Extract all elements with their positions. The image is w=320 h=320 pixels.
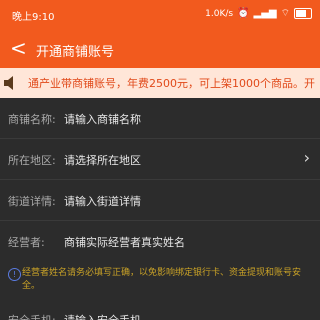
alarm-icon: ⏰ [237, 8, 250, 19]
chevron-right-icon[interactable]: › [304, 148, 310, 167]
operator-input[interactable]: 商铺实际经营者真实姓名 [64, 234, 185, 250]
status-bar: 晚上9:10 1.0K/s ⏰ ▂▄▆ ⌔ [0, 0, 320, 30]
info-icon: ! [8, 268, 21, 281]
wifi-icon: ⌔ [280, 8, 290, 19]
secure-phone-label: 安全手机: [8, 312, 56, 320]
region-label: 所在地区: [8, 154, 56, 167]
page-title: 开通商铺账号 [36, 45, 115, 60]
secure-phone-input[interactable]: 请输入安全手机 [64, 312, 141, 320]
operator-label: 经营者: [8, 236, 45, 249]
street-input[interactable]: 请输入街道详情 [64, 193, 141, 209]
shop-name-row[interactable]: 商铺名称: 请输入商铺名称 [0, 98, 320, 139]
operator-warning: ! 经营者姓名请务必填写正确，以免影响绑定银行卡、资金提现和账号安全。 [0, 262, 320, 302]
notice-banner: 通产业带商铺账号，年费2500元，可上架1000个商品。开 [0, 68, 320, 98]
signal-icon: ▂▄▆ [253, 8, 277, 19]
street-label: 街道详情: [8, 195, 56, 208]
app-header: < 开通商铺账号 [0, 30, 320, 68]
shop-name-input[interactable]: 请输入商铺名称 [64, 111, 141, 127]
status-icons: 1.0K/s ⏰ ▂▄▆ ⌔ [205, 7, 312, 20]
network-speed: 1.0K/s [205, 8, 234, 19]
speaker-icon [4, 76, 13, 90]
back-button[interactable]: < [10, 36, 27, 60]
warning-text: 经营者姓名请务必填写正确，以免影响绑定银行卡、资金提现和账号安全。 [22, 268, 302, 291]
shop-name-label: 商铺名称: [8, 113, 56, 126]
secure-phone-row[interactable]: 安全手机: 请输入安全手机 [0, 308, 320, 320]
operator-row[interactable]: 经营者: 商铺实际经营者真实姓名 [0, 221, 320, 261]
battery-icon [294, 8, 312, 19]
region-select[interactable]: 请选择所在地区 [64, 152, 141, 168]
street-row[interactable]: 街道详情: 请输入街道详情 [0, 180, 320, 221]
status-time: 晚上9:10 [12, 12, 55, 23]
region-row[interactable]: 所在地区: 请选择所在地区 › [0, 139, 320, 180]
notice-text: 通产业带商铺账号，年费2500元，可上架1000个商品。开 [28, 77, 315, 90]
shop-form: 商铺名称: 请输入商铺名称 所在地区: 请选择所在地区 › 街道详情: 请输入街… [0, 98, 320, 261]
